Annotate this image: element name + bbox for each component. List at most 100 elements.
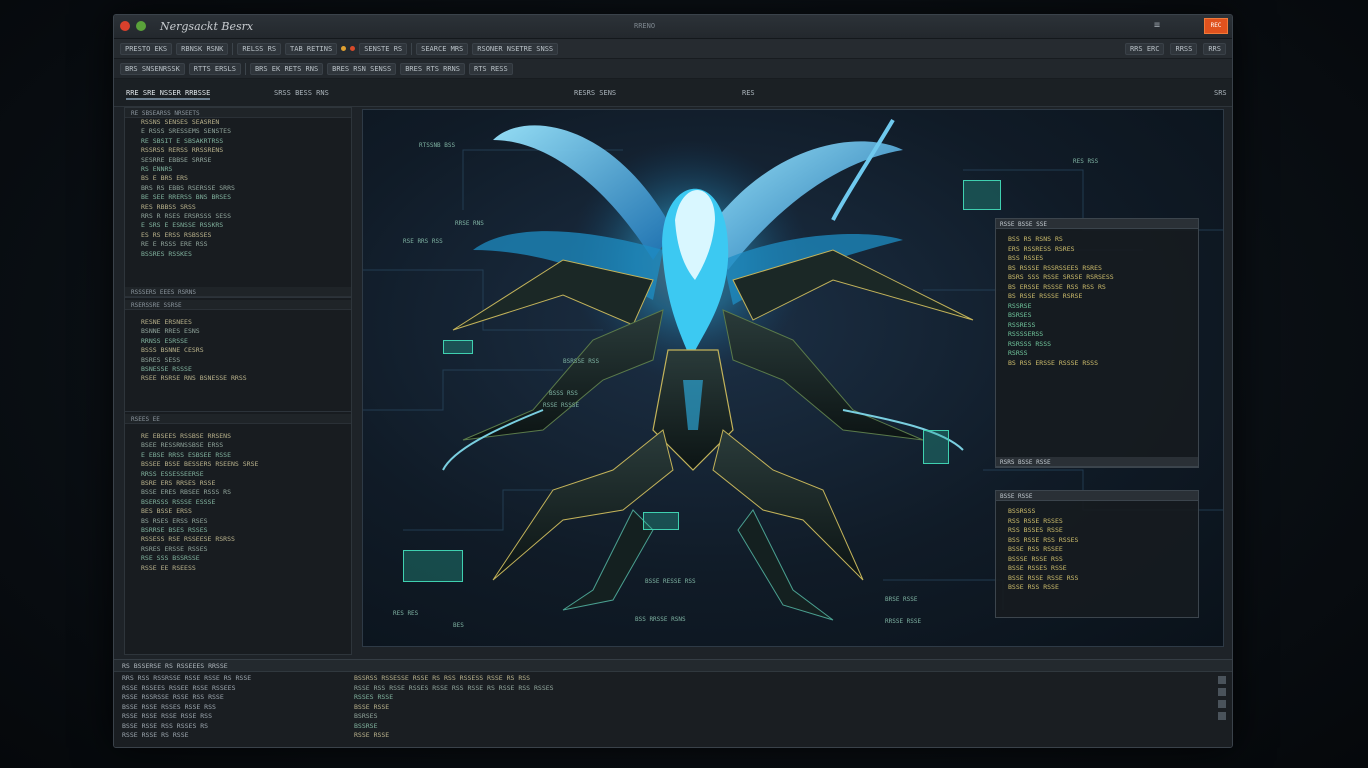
- console-line: RSSE RSSE RSSE RSSE RSS: [122, 712, 213, 720]
- component-chip[interactable]: [403, 550, 463, 582]
- detail-line: BSRE ERS RRSES RSSE: [141, 479, 216, 488]
- console-log-left: RRS RSS RSSRSSE RSSE RSSE RS RSSE RSSE RS…: [118, 674, 346, 747]
- property-line: BSNESSE RSSSE: [141, 365, 192, 374]
- main-toolbar: PRESTO EKS RBNSK RSNK RELSS RS TAB RETIN…: [114, 39, 1232, 59]
- property-line: BSSS BSNNE CESRS: [141, 346, 204, 355]
- detail-line: RSSE EE RSEESS: [141, 563, 196, 572]
- outline-line: RSSRSS RERSS RRSSRENS: [141, 146, 224, 155]
- outline-line: RES RBBSS SRSS: [141, 202, 196, 211]
- menu-icon[interactable]: ≡: [1154, 20, 1160, 31]
- detail-line: BSSE ERES RBSEE RSSS RS: [141, 488, 232, 497]
- attribute-line: BSSE RSS RSSE: [1008, 583, 1059, 591]
- inspector-line: BS RSSSE RSSRSSEES RSRES: [1008, 263, 1102, 272]
- toolbar-button[interactable]: BRES RTS RRNS: [400, 62, 465, 75]
- scroll-down-icon[interactable]: [1218, 712, 1226, 720]
- property-line: RESNE ERSNEES: [141, 318, 192, 326]
- record-badge[interactable]: REC: [1204, 18, 1228, 34]
- component-chip[interactable]: [443, 340, 473, 354]
- toolbar-button[interactable]: RRSS: [1170, 42, 1198, 55]
- toolbar-button[interactable]: SEARCE MRS: [416, 42, 469, 55]
- close-window-button[interactable]: [120, 21, 130, 31]
- toolbar-button[interactable]: RRS: [1203, 42, 1226, 55]
- console-line: BSSE RSSE: [354, 702, 390, 711]
- toolbar-button[interactable]: RTS RESS: [468, 62, 513, 75]
- render-viewport[interactable]: RTSSNB BSS RSE RRS RSS RRSE RNS BSRSSE R…: [362, 109, 1224, 647]
- annotation-label: BSSS RSS: [549, 390, 578, 397]
- details-pane: RSEES EE RE EBSEES RSSBSE RRSENS BSEE RES…: [125, 414, 351, 656]
- inspector-line: RSRSSS RSSS: [1008, 339, 1052, 348]
- toolbar-button[interactable]: RTTS ERSLS: [188, 62, 241, 75]
- toolbar-button[interactable]: BRS SNSENRSSK: [120, 62, 185, 75]
- detail-line: BSEE RESSRNSSBSE ERSS: [141, 441, 224, 450]
- console-line: BSSE RSSE RSSES RSSE RSS: [122, 702, 216, 711]
- component-chip[interactable]: [963, 180, 1001, 210]
- outline-line: RSSNS SENSES SEASREN: [141, 118, 220, 126]
- outline-line: RE E RSSS ERE RSS: [141, 240, 208, 249]
- clear-icon[interactable]: [1218, 700, 1226, 708]
- console-line: RSSE RSSEES RSSEE RSSE RSSEES: [122, 683, 236, 692]
- outline-line: ES RS ERSS RSBSSES: [141, 230, 212, 239]
- pane-footer: RSSSERS EEES RSRNS: [125, 287, 351, 297]
- detail-line: RSSESS RSE RSSEESE RSRSS: [141, 535, 235, 544]
- toolbar-button[interactable]: RELSS RS: [237, 42, 282, 55]
- error-dot-icon: [350, 46, 356, 51]
- tab-strip: RRE SRE NSSER RRBSSE SRSS BESS RNS RESRS…: [114, 79, 1232, 107]
- attribute-line: BSSE RSSE RSSE RSS: [1008, 573, 1079, 582]
- annotation-label: RSSE RSSSE: [543, 402, 580, 409]
- property-line: BSRES SESS: [141, 355, 181, 364]
- toolbar-button[interactable]: BRS EK RETS RNS: [249, 62, 324, 75]
- console-line: RSSE RSSRSSE RSSE RSS RSSE: [122, 693, 224, 701]
- toolbar-button[interactable]: BRES RSN SENSS: [327, 62, 397, 75]
- inspector-line: BSRSES: [1008, 311, 1032, 319]
- inspector-line: BS RSSE RSSSE RSRSE: [1008, 292, 1083, 300]
- inspector-line: BSRS SSS RSSE SRSSE RSRSESS: [1008, 273, 1114, 281]
- tab[interactable]: RESRS SENS: [574, 89, 616, 97]
- filter-icon[interactable]: [1218, 688, 1226, 696]
- toolbar-button[interactable]: RRS ERC: [1124, 42, 1165, 55]
- detail-line: BS RSES ERSS RSES: [141, 516, 208, 525]
- toolbar-button[interactable]: PRESTO EKS: [120, 42, 173, 55]
- pane-header: RSERSSRE SSRSE: [125, 300, 351, 310]
- detail-line: BSERSSS RSSSE ESSSE: [141, 497, 216, 506]
- component-chip[interactable]: [643, 512, 679, 530]
- inspector-line: BSS RS RSNS RS: [1008, 235, 1063, 243]
- console-line: RRS RSS RSSRSSE RSSE RSSE RS RSSE: [122, 674, 252, 682]
- toolbar-button[interactable]: RBNSK RSNK: [176, 42, 229, 55]
- panel-header: RSSE BSSE SSE: [996, 219, 1198, 229]
- outline-list: RSSNS SENSES SEASREN E RSSS SRESSEMS SENS…: [125, 118, 351, 259]
- detail-line: BSSEE BSSE BESSERS RSEENS SRSE: [141, 460, 259, 469]
- toolbar-button[interactable]: TAB RETINS: [285, 42, 338, 55]
- scroll-up-icon[interactable]: [1218, 676, 1226, 684]
- outline-line: E SRS E ESNSSE RSSKRS: [141, 221, 224, 230]
- annotation-label: BSSE RESSE RSS: [645, 578, 696, 585]
- console-line: BSSE RSSE RSS RSSES RS: [122, 721, 209, 730]
- outline-line: RRS R RSES ERSRSSS SESS: [141, 212, 232, 221]
- annotation-label: RSE RRS RSS: [403, 238, 443, 245]
- detail-line: RE EBSEES RSSBSE RRSENS: [141, 432, 232, 440]
- console-line: BSSRSS RSSESSE RSSE RS RSS RSSESS RSSE R…: [354, 674, 531, 682]
- toolbar-button[interactable]: SENSTE RS: [359, 42, 408, 55]
- secondary-toolbar: BRS SNSENRSSK RTTS ERSLS BRS EK RETS RNS…: [114, 59, 1232, 79]
- annotation-label: BRSE RSSE: [885, 596, 918, 603]
- inspector-line: RSSSSERSS: [1008, 330, 1044, 338]
- warning-dot-icon: [341, 46, 347, 51]
- annotation-label: BES: [453, 622, 464, 629]
- left-panel: RE SBSEARSS NRSEETS RSSNS SENSES SEASREN…: [124, 107, 352, 655]
- property-line: RSEE RSRSE RNS BSNESSE RRSS: [141, 374, 247, 383]
- detail-line: BES BSSE ERSS: [141, 507, 192, 516]
- detail-line: E EBSE RRSS ESBSEE RSSE: [141, 450, 232, 459]
- attributes-panel[interactable]: BSSE RSSE BSSRSSS RSS RSSE RSSES RSS BSSES…: [995, 490, 1199, 618]
- toolbar-button[interactable]: RSONER NSETRE SNSS: [472, 42, 559, 55]
- inspector-panel[interactable]: RSSE BSSE SSE BSS RS RSNS RS ERS RSSRESS …: [995, 218, 1199, 468]
- tab[interactable]: SRS: [1214, 89, 1227, 97]
- property-line: RRNSS ESRSSE: [141, 336, 188, 345]
- component-chip[interactable]: [923, 430, 949, 464]
- tab[interactable]: RES: [742, 89, 755, 97]
- maximize-window-button[interactable]: [136, 21, 146, 31]
- annotation-label: RTSSNB BSS: [419, 142, 456, 149]
- outline-line: BS E BRS ERS: [141, 174, 188, 183]
- tab[interactable]: SRSS BESS RNS: [274, 89, 329, 97]
- console-line: BSRSES: [354, 712, 378, 720]
- title-bar: Nergsackt Besrx RRENO ≡ REC: [114, 15, 1232, 39]
- tab-active[interactable]: RRE SRE NSSER RRBSSE: [126, 89, 211, 100]
